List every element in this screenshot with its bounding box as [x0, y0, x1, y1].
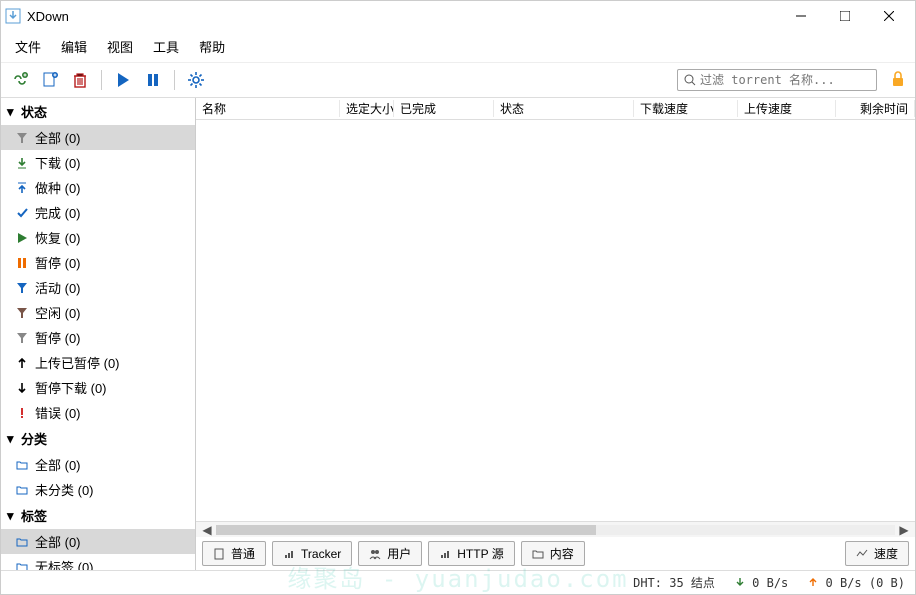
scroll-left-icon[interactable]: ◀ [200, 523, 214, 537]
chevron-down-icon: ▾ [7, 508, 17, 524]
section-tags[interactable]: ▾标签 [1, 502, 195, 529]
detail-tabs: 普通 Tracker 用户 HTTP 源 内容 速度 [196, 537, 915, 570]
pause-icon [15, 256, 29, 270]
statusbar: . DHT: 35 结点 0 B/s 0 B/s (0 B) 缘聚岛 - yua… [1, 570, 915, 594]
tag-untagged[interactable]: 无标签 (0) [1, 554, 195, 570]
status-completed[interactable]: 完成 (0) [1, 200, 195, 225]
status-active[interactable]: 活动 (0) [1, 275, 195, 300]
search-icon [684, 74, 696, 86]
column-headers: 名称 选定大小 已完成 状态 下载速度 上传速度 剩余时间 [196, 98, 915, 120]
status-all[interactable]: 全部 (0) [1, 125, 195, 150]
menu-tools[interactable]: 工具 [143, 33, 189, 60]
tab-general[interactable]: 普通 [202, 541, 266, 566]
doc-icon [213, 548, 225, 560]
app-icon [5, 8, 21, 24]
status-paused-2[interactable]: 暂停 (0) [1, 325, 195, 350]
filter-icon [15, 331, 29, 345]
maximize-button[interactable] [823, 2, 867, 30]
tab-content[interactable]: 内容 [521, 541, 585, 566]
http-icon [439, 548, 451, 560]
tab-http[interactable]: HTTP 源 [428, 541, 514, 566]
titlebar: XDown [1, 1, 915, 31]
section-category[interactable]: ▾分类 [1, 425, 195, 452]
status-seeding[interactable]: 做种 (0) [1, 175, 195, 200]
col-status[interactable]: 状态 [494, 100, 634, 117]
status-download: 0 B/s [735, 576, 788, 590]
folder-icon [15, 535, 29, 549]
up-arrow-icon [15, 356, 29, 370]
menu-edit[interactable]: 编辑 [51, 33, 97, 60]
close-button[interactable] [867, 2, 911, 30]
search-box[interactable] [677, 69, 877, 91]
torrent-list[interactable] [196, 120, 915, 521]
tag-all[interactable]: 全部 (0) [1, 529, 195, 554]
folder-icon [15, 458, 29, 472]
scroll-right-icon[interactable]: ▶ [897, 523, 911, 537]
app-title: XDown [27, 9, 779, 24]
status-dht: DHT: 35 结点 [633, 574, 715, 591]
content-area: 名称 选定大小 已完成 状态 下载速度 上传速度 剩余时间 ◀ ▶ 普通 Tra… [196, 98, 915, 570]
down-arrow-icon [15, 381, 29, 395]
toolbar-separator [174, 70, 175, 90]
pause-button[interactable] [140, 67, 166, 93]
tab-tracker[interactable]: Tracker [272, 541, 352, 566]
status-upload-paused[interactable]: 上传已暂停 (0) [1, 350, 195, 375]
settings-button[interactable] [183, 67, 209, 93]
folder-icon [15, 560, 29, 571]
status-downloading[interactable]: 下载 (0) [1, 150, 195, 175]
play-icon [15, 231, 29, 245]
horizontal-scrollbar[interactable]: ◀ ▶ [196, 521, 915, 537]
tab-peers[interactable]: 用户 [358, 541, 422, 566]
tracker-icon [283, 548, 295, 560]
col-size[interactable]: 选定大小 [340, 100, 394, 117]
category-uncategorized[interactable]: 未分类 (0) [1, 477, 195, 502]
filter-active-icon [15, 281, 29, 295]
col-eta[interactable]: 剩余时间 [836, 100, 915, 117]
toolbar-separator [101, 70, 102, 90]
status-download-paused[interactable]: 暂停下载 (0) [1, 375, 195, 400]
col-ul[interactable]: 上传速度 [738, 100, 836, 117]
up-arrow-icon [808, 577, 818, 587]
menu-view[interactable]: 视图 [97, 33, 143, 60]
tab-speed[interactable]: 速度 [845, 541, 909, 566]
category-all[interactable]: 全部 (0) [1, 452, 195, 477]
col-completed[interactable]: 已完成 [394, 100, 494, 117]
delete-button[interactable] [67, 67, 93, 93]
folder-icon [532, 548, 544, 560]
section-status[interactable]: ▾状态 [1, 98, 195, 125]
scroll-track[interactable] [216, 525, 895, 535]
scroll-thumb[interactable] [216, 525, 596, 535]
filter-icon [15, 131, 29, 145]
col-dl[interactable]: 下载速度 [634, 100, 738, 117]
sidebar: ▾状态 全部 (0) 下载 (0) 做种 (0) 完成 (0) 恢复 (0) 暂… [1, 98, 196, 570]
down-arrow-icon [735, 577, 745, 587]
status-resumed[interactable]: 恢复 (0) [1, 225, 195, 250]
users-icon [369, 548, 381, 560]
status-upload: 0 B/s (0 B) [808, 576, 905, 590]
start-button[interactable] [110, 67, 136, 93]
speed-icon [856, 548, 868, 560]
status-error[interactable]: 错误 (0) [1, 400, 195, 425]
menu-help[interactable]: 帮助 [189, 33, 235, 60]
folder-icon [15, 483, 29, 497]
add-file-button[interactable] [37, 67, 63, 93]
col-name[interactable]: 名称 [196, 100, 340, 117]
upload-icon [15, 181, 29, 195]
add-link-button[interactable] [7, 67, 33, 93]
status-paused[interactable]: 暂停 (0) [1, 250, 195, 275]
lock-icon[interactable] [889, 70, 909, 90]
menu-file[interactable]: 文件 [5, 33, 51, 60]
main-area: ▾状态 全部 (0) 下载 (0) 做种 (0) 完成 (0) 恢复 (0) 暂… [1, 98, 915, 570]
menubar: 文件 编辑 视图 工具 帮助 [1, 31, 915, 63]
download-icon [15, 156, 29, 170]
toolbar [1, 63, 915, 98]
search-input[interactable] [700, 73, 870, 87]
error-icon [15, 406, 29, 420]
status-idle[interactable]: 空闲 (0) [1, 300, 195, 325]
chevron-down-icon: ▾ [7, 431, 17, 447]
chevron-down-icon: ▾ [7, 104, 17, 120]
minimize-button[interactable] [779, 2, 823, 30]
check-icon [15, 206, 29, 220]
filter-idle-icon [15, 306, 29, 320]
